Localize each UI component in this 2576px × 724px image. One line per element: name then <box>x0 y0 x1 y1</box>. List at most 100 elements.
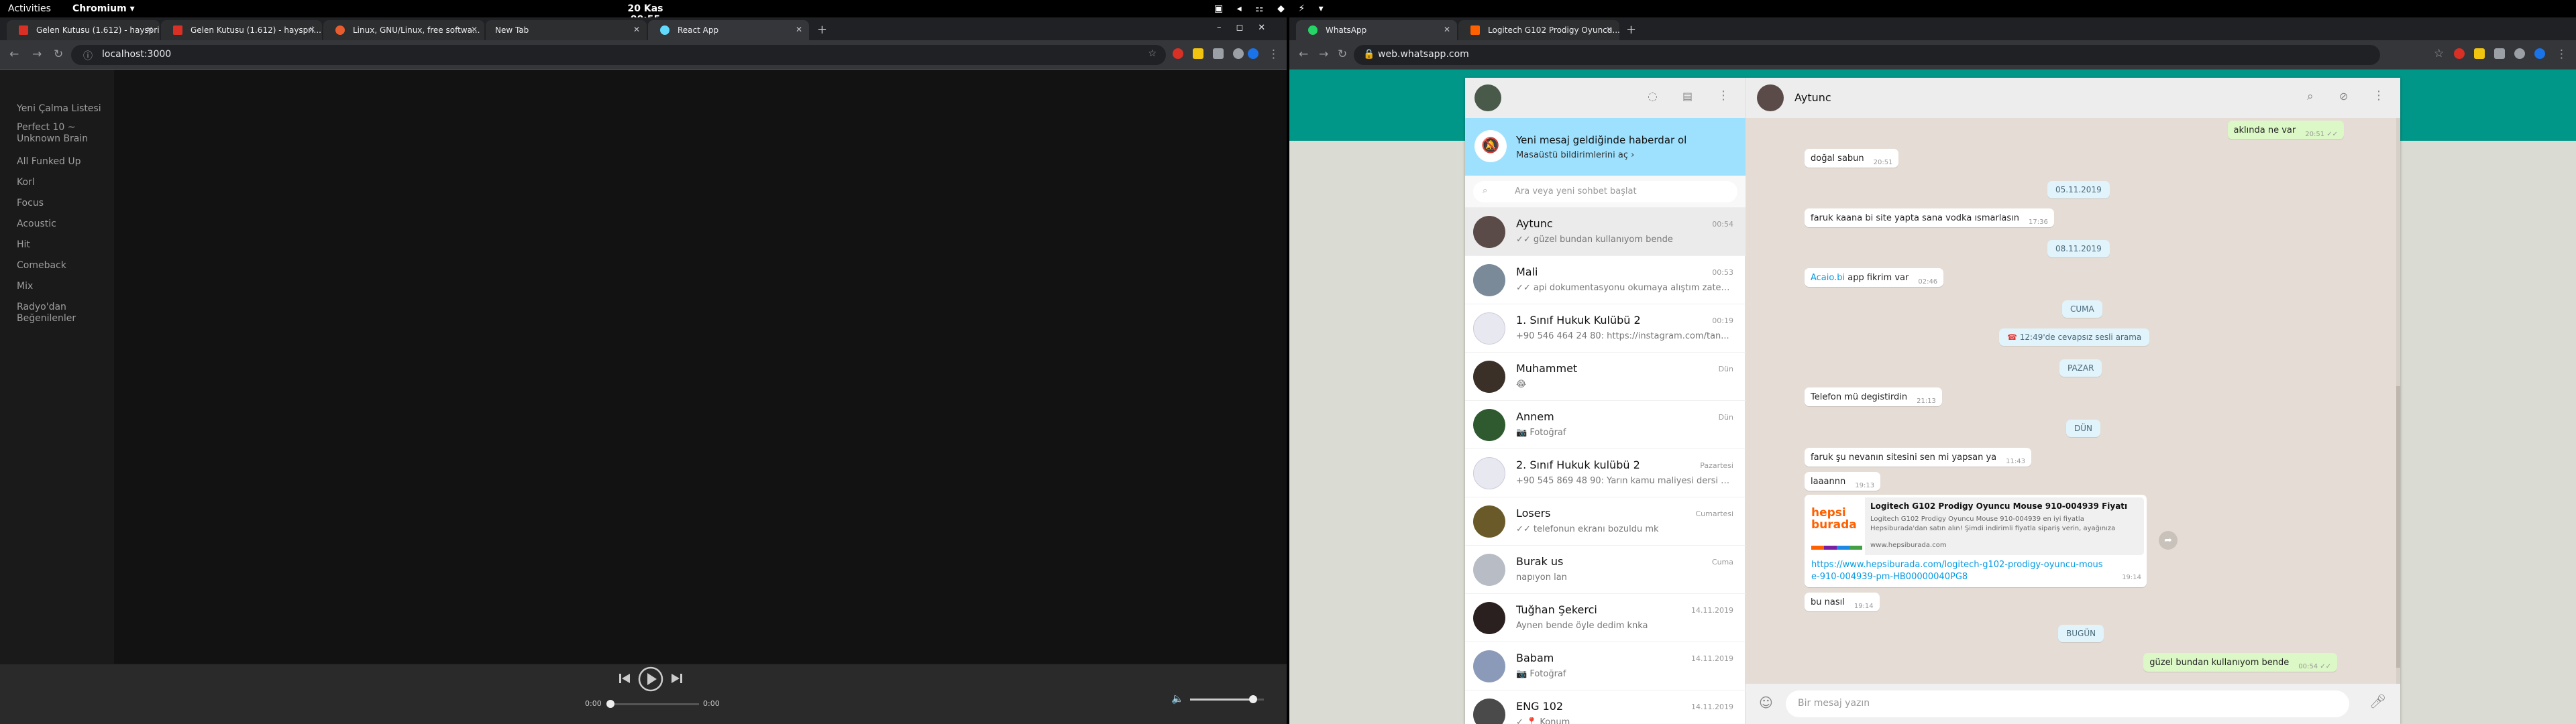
playlist-item[interactable]: Comeback <box>17 260 104 272</box>
notification-banner[interactable]: 🔕 Yeni mesaj geldiğinde haberdar ol Masa… <box>1465 118 1746 176</box>
extension-icon[interactable] <box>1213 48 1224 59</box>
forward-icon[interactable]: → <box>1319 48 1328 61</box>
search-icon[interactable]: ⌕ <box>2307 90 2314 103</box>
close-icon[interactable]: ✕ <box>1444 25 1450 34</box>
menu-icon[interactable]: ⋮ <box>2373 88 2385 103</box>
window-controls[interactable]: –◻✕ <box>1217 23 1280 33</box>
link-preview-card[interactable]: hepsi burada Logitech G102 Prodigy Oyunc… <box>1807 497 2144 555</box>
progress-track[interactable] <box>606 700 699 708</box>
playlist-item[interactable]: Mix <box>17 281 104 292</box>
playlist-item[interactable]: Korl <box>17 177 104 188</box>
volume-track[interactable] <box>1190 695 1264 703</box>
playlist-item[interactable]: Yeni Çalma Listesi <box>17 103 104 115</box>
extension-icon[interactable] <box>2514 48 2525 59</box>
close-icon[interactable]: ✕ <box>309 25 315 34</box>
forward-icon[interactable]: ➦ <box>2159 531 2178 550</box>
avatar[interactable] <box>1474 84 1501 111</box>
conversation-header[interactable]: Aytunc ⌕ ⊘ ⋮ <box>1746 78 2400 118</box>
playlist-item[interactable]: Hit <box>17 239 104 251</box>
chat-item-mali[interactable]: Mali 00:53 ✓✓ api dokumentasyonu okumaya a… <box>1465 256 1746 304</box>
menu-icon[interactable]: ⋮ <box>1268 48 1279 61</box>
previous-icon[interactable] <box>617 671 632 686</box>
tab-linux[interactable]: Linux, GNU/Linux, free softwa... ✕ <box>323 20 484 40</box>
tab-react-app[interactable]: React App ✕ <box>648 20 809 40</box>
close-icon[interactable]: ✕ <box>633 25 640 34</box>
message-out[interactable]: güzel bundan kullanıyom bende 00:54 ✓✓ <box>2143 653 2337 672</box>
tab-whatsapp[interactable]: WhatsApp ✕ <box>1296 20 1457 40</box>
close-icon[interactable]: ✕ <box>471 25 478 34</box>
back-icon[interactable]: ← <box>1299 48 1308 61</box>
chat-item-annem[interactable]: Annem Dün 📷 Fotoğraf <box>1465 401 1746 449</box>
profile-avatar[interactable] <box>2534 48 2545 59</box>
menu-icon[interactable]: ⋮ <box>1717 88 1729 103</box>
playlist-item[interactable]: Radyo'dan Beğenilenler <box>17 302 104 324</box>
reload-icon[interactable]: ↻ <box>1338 48 1347 61</box>
play-icon[interactable] <box>637 666 664 692</box>
profile-avatar[interactable] <box>1248 48 1258 59</box>
message-input[interactable]: Bir mesaj yazın <box>1786 690 2349 717</box>
reload-icon[interactable]: ↻ <box>54 48 63 61</box>
message-in[interactable]: doğal sabun 20:51 <box>1805 149 1899 168</box>
close-icon[interactable]: ✕ <box>796 25 802 34</box>
tab-newtab[interactable]: New Tab ✕ <box>486 20 647 40</box>
star-icon[interactable]: ☆ <box>2434 47 2444 60</box>
next-icon[interactable] <box>669 671 684 686</box>
chat-item-tughan[interactable]: Tuğhan Şekerci 14.11.2019 Aynen bende öyle… <box>1465 594 1746 642</box>
message-link[interactable]: Acaio.bi <box>1811 273 1845 283</box>
extension-icon[interactable] <box>1173 48 1183 59</box>
message-in[interactable]: laaannn 19:13 <box>1805 472 1881 491</box>
close-icon[interactable]: ✕ <box>1606 25 1613 34</box>
chat-item-muhammet[interactable]: Muhammet Dün 😂 <box>1465 353 1746 401</box>
playlist-item[interactable]: Acoustic <box>17 219 104 230</box>
playlist-item[interactable]: Focus <box>17 198 104 209</box>
app-menu[interactable]: Chromium ▾ <box>72 3 135 14</box>
extension-icon[interactable] <box>1233 48 1244 59</box>
message-in[interactable]: Telefon mü degistirdin 21:13 <box>1805 387 1942 406</box>
back-icon[interactable]: ← <box>9 48 19 61</box>
playlist-item[interactable]: Perfect 10 ~ Unknown Brain <box>17 122 104 145</box>
system-tray[interactable]: ▣ ◂ ⚏ ◆ ⚡ ▾ <box>1214 3 1329 14</box>
new-tab-button[interactable]: + <box>817 23 827 37</box>
notif-link[interactable]: Masaüstü bildirimlerini aç › <box>1516 150 1634 160</box>
chat-item-burak[interactable]: Burak us Cuma napıyon lan <box>1465 546 1746 594</box>
chat-item-aytunc[interactable]: Aytunc 00:54 ✓✓ güzel bundan kullanıyom be… <box>1465 208 1746 256</box>
tab-gmail-2[interactable]: Gelen Kutusu (1.612) - hayspri... ✕ <box>161 20 322 40</box>
attach-icon[interactable]: ⊘ <box>2339 90 2348 103</box>
new-chat-icon[interactable]: ▤ <box>1682 90 1693 103</box>
extension-icon[interactable] <box>2454 48 2465 59</box>
microphone-icon[interactable]: 🎤︎ <box>2369 693 2386 709</box>
emoji-icon[interactable]: ☺ <box>1759 695 1773 711</box>
new-tab-button[interactable]: + <box>1626 23 1636 37</box>
scrollbar[interactable] <box>2396 118 2400 684</box>
message-in[interactable]: bu nasıl 19:14 <box>1805 593 1880 611</box>
playlist-item[interactable]: All Funked Up <box>17 156 104 168</box>
message-in[interactable]: Acaio.bi app fikrim var 02:46 <box>1805 268 1944 287</box>
chat-item-losers[interactable]: Losers Cumartesi ✓✓ telefonun ekranı bozul… <box>1465 497 1746 546</box>
message-out[interactable]: aklında ne var 20:51 ✓✓ <box>2227 121 2344 139</box>
search-input[interactable]: ⌕ Ara veya yeni sohbet başlat <box>1473 181 1737 202</box>
progress-handle[interactable] <box>606 700 614 708</box>
address-bar[interactable]: 🔒 web.whatsapp.com <box>1354 45 2380 65</box>
preview-url[interactable]: https://www.hepsiburada.com/logitech-g10… <box>1811 559 2106 583</box>
menu-icon[interactable]: ⋮ <box>2556 48 2567 61</box>
message-in[interactable]: faruk şu nevanın sitesini sen mi yapsan … <box>1805 448 2031 467</box>
volume-handle[interactable] <box>1248 695 1257 703</box>
chat-item-babam[interactable]: Babam 14.11.2019 📷 Fotoğraf <box>1465 642 1746 690</box>
extension-icon[interactable] <box>2474 48 2485 59</box>
tab-hepsiburada[interactable]: Logitech G102 Prodigy Oyuncu... ✕ <box>1458 20 1619 40</box>
chat-item-hukuk-1[interactable]: 1. Sınıf Hukuk Kulübü 2 00:19 +90 546 464 … <box>1465 304 1746 353</box>
chat-item-eng102[interactable]: ENG 102 14.11.2019 ✓ 📍 Konum <box>1465 690 1746 724</box>
activities-button[interactable]: Activities <box>8 3 51 14</box>
address-bar[interactable]: ⓘ localhost:3000 ☆ <box>71 45 1166 65</box>
extension-icon[interactable] <box>2494 48 2505 59</box>
status-icon[interactable]: ◌ <box>1648 90 1658 103</box>
tab-gmail-1[interactable]: Gelen Kutusu (1.612) - hayspri... ✕ <box>7 20 160 40</box>
message-in[interactable]: faruk kaana bi site yapta sana vodka ısm… <box>1805 208 2054 227</box>
volume-icon[interactable]: 🔈 <box>1171 692 1184 705</box>
chat-item-hukuk-2[interactable]: 2. Sınıf Hukuk kulübü 2 Pazartesi +90 545 … <box>1465 449 1746 497</box>
star-icon[interactable]: ☆ <box>1148 48 1157 59</box>
close-icon[interactable]: ✕ <box>146 25 153 34</box>
avatar[interactable] <box>1757 84 1784 111</box>
extension-icon[interactable] <box>1193 48 1203 59</box>
forward-icon[interactable]: → <box>32 48 42 61</box>
